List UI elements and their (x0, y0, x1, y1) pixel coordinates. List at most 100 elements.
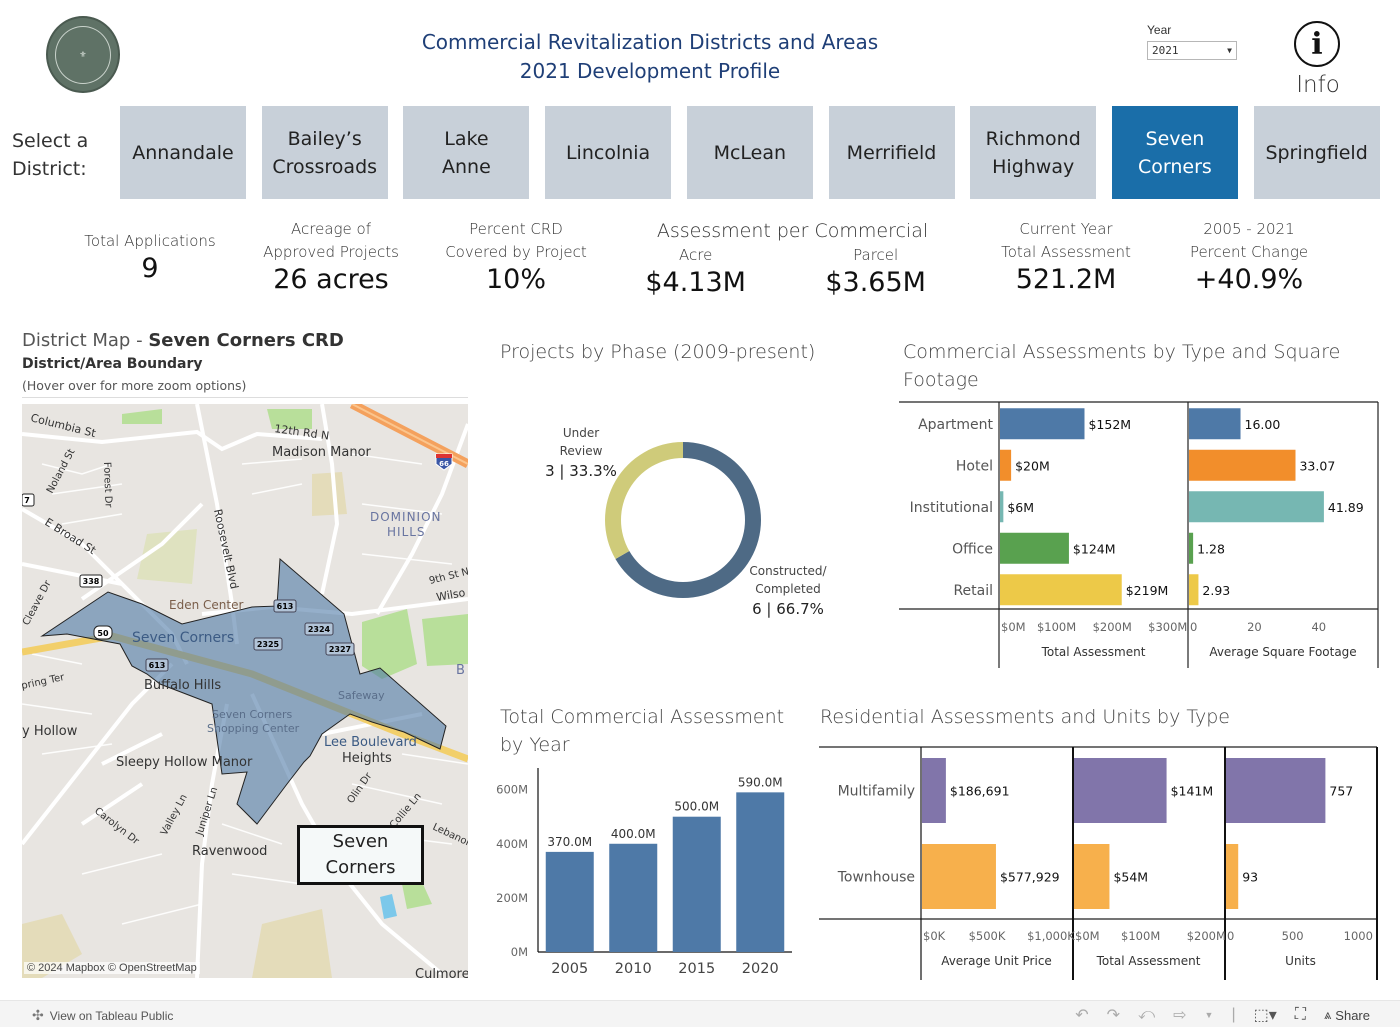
bar-value-label: 500.0M (674, 800, 719, 814)
page-title-line2: 2021 Development Profile (519, 59, 781, 83)
x-tick-label: 0 (1190, 620, 1197, 634)
bar-value-label: 1.28 (1197, 541, 1225, 556)
x-tick-label: 500 (1282, 929, 1304, 943)
street-label: pring Ter (22, 672, 66, 692)
year-bar-2010[interactable] (609, 843, 658, 952)
info-label[interactable]: Info (1294, 72, 1342, 98)
bar-0-0[interactable] (922, 758, 946, 823)
kpi-label: Acreage of Approved Projects (263, 220, 399, 261)
residential-assessments-chart[interactable]: Multifamily Townhouse $186,691 $577,929 $0K $… (815, 745, 1390, 980)
kpi-value: 521.2M (1015, 264, 1117, 295)
redo-icon[interactable]: ↷ (1107, 1005, 1120, 1025)
category-label: Institutional (910, 500, 993, 516)
x-tick-label: $100M (1037, 620, 1076, 634)
projects-by-phase-title: Projects by Phase (2009-present) (500, 341, 816, 363)
total-commercial-by-year-title: Total Commercial Assessment by Year (500, 706, 785, 756)
map-park (402, 882, 432, 909)
kpi-label: Parcel (853, 246, 899, 264)
view-on-tableau-link[interactable]: ✣ View on Tableau Public (32, 1007, 173, 1024)
x-tick-label: 2010 (615, 961, 652, 977)
bar-value-label: $186,691 (950, 784, 1010, 799)
place-label: Buffalo Hills (144, 678, 221, 693)
district-button-annandale[interactable]: Annandale (120, 106, 246, 199)
kpi-percent-change: 2005 - 2021 Percent Change +40.9% (1168, 218, 1330, 295)
share-button[interactable]: ⩓ Share (1324, 1007, 1370, 1023)
donut-label-constructed-1: Constructed/ (749, 564, 827, 578)
bar-1-0[interactable] (1189, 408, 1241, 440)
street-label: Cleave Dr (22, 578, 54, 627)
x-tick-label: $300M (1148, 620, 1187, 634)
axis-title: Average Square Footage (1209, 645, 1356, 659)
pause-dropdown-icon[interactable]: ▼ (1205, 1010, 1214, 1020)
info-icon[interactable]: i (1294, 21, 1340, 67)
category-label: Hotel (956, 458, 993, 474)
place-label: Seven Corners (132, 630, 234, 646)
map-subtitle: District/Area Boundary (22, 356, 203, 372)
bar-value-label: $20M (1015, 458, 1050, 473)
district-button-mclean[interactable]: McLean (686, 106, 813, 199)
year-bar-2005[interactable] (545, 851, 594, 952)
bar-0-3[interactable] (1000, 532, 1069, 564)
place-label: DOMINION (370, 510, 442, 524)
revert-icon[interactable]: ⤺ (1138, 1006, 1155, 1024)
category-label: Retail (953, 583, 993, 599)
total-commercial-by-year-chart[interactable]: 0M 200M 400M 600M 370.0M 2005 400.0M 2010 500.0M… (490, 760, 800, 985)
bar-0-4[interactable] (1000, 574, 1122, 606)
district-button-merrifield[interactable]: Merrifield (828, 106, 955, 199)
commercial-assessments-title: Commercial Assessments by Type and Squar… (903, 341, 1341, 391)
category-label: Office (952, 541, 993, 557)
x-tick-label: 0 (1227, 929, 1234, 943)
map-title-prefix: District Map - (22, 330, 149, 351)
fullscreen-icon[interactable]: ⛶ (1295, 1006, 1306, 1024)
bar-1-4[interactable] (1189, 574, 1199, 606)
x-tick-label: $0M (1075, 929, 1100, 943)
commercial-assessments-chart[interactable]: Apartment Hotel Institutional Office Retail $… (895, 400, 1385, 670)
donut-slice-1[interactable] (605, 442, 683, 559)
bar-0-1[interactable] (922, 844, 996, 909)
refresh-icon[interactable]: ⇨ (1173, 1005, 1186, 1025)
bar-0-0[interactable] (1000, 408, 1085, 440)
kpi-label: Assessment per Commercial (656, 220, 929, 242)
district-button-lincolnia[interactable]: Lincolnia (545, 106, 672, 199)
axis-title: Total Assessment (1041, 645, 1146, 659)
bar-1-1[interactable] (1074, 844, 1110, 909)
projects-by-phase-donut[interactable]: Under Review 3 | 33.3% Constructed/ Comp… (490, 380, 890, 640)
bar-1-1[interactable] (1189, 449, 1296, 481)
year-bar-2015[interactable] (672, 816, 721, 952)
bar-value-label: 41.89 (1328, 500, 1364, 515)
map-water (380, 894, 397, 919)
bar-2-0[interactable] (1226, 758, 1326, 823)
year-bar-2020[interactable] (736, 792, 785, 952)
poi-label: Safeway (338, 689, 385, 702)
tableau-logo-icon: ✣ (32, 1007, 44, 1023)
x-tick-label: $500K (969, 929, 1006, 943)
bar-value-label: 370.0M (547, 835, 592, 849)
district-button-lake-anne[interactable]: Lake Anne (403, 106, 530, 199)
district-button-bailey-s-crossroads[interactable]: Bailey’s Crossroads (261, 106, 388, 199)
undo-icon[interactable]: ↶ (1075, 1005, 1088, 1025)
map-title: District Map - Seven Corners CRD (22, 330, 344, 351)
axis-title: Average Unit Price (941, 954, 1052, 968)
district-map[interactable]: 7 338 50 613 613 2324 2325 2327 66 Colum… (22, 404, 468, 978)
download-icon[interactable]: ⬚▾ (1254, 1005, 1277, 1025)
bar-0-1[interactable] (1000, 449, 1012, 481)
route-shield: 2327 (329, 645, 351, 654)
map-attribution[interactable]: © 2024 Mapbox © OpenStreetMap (24, 962, 200, 974)
bar-1-2[interactable] (1189, 491, 1324, 523)
route-shield: 7 (24, 496, 30, 505)
tableau-toolbar: ✣ View on Tableau Public ↶ ↷ ⤺ ⇨ ▼ | ⬚▾ … (0, 1000, 1400, 1027)
bar-1-3[interactable] (1189, 532, 1194, 564)
district-button-richmond-highway[interactable]: Richmond Highway (970, 106, 1097, 199)
kpi-value: $3.65M (825, 267, 926, 298)
bar-1-0[interactable] (1074, 758, 1167, 823)
bar-0-2[interactable] (1000, 491, 1004, 523)
poi-label: Shopping Center (207, 722, 300, 735)
bar-value-label: $152M (1088, 417, 1131, 432)
bar-2-1[interactable] (1226, 844, 1239, 909)
map-canvas[interactable]: 7 338 50 613 613 2324 2325 2327 66 Colum… (22, 404, 468, 978)
district-button-springfield[interactable]: Springfield (1253, 106, 1380, 199)
street-label: 12th Rd N (274, 422, 330, 443)
district-button-seven-corners[interactable]: Seven Corners (1111, 106, 1238, 199)
year-filter-dropdown[interactable]: 2021 ▼ (1147, 41, 1237, 60)
place-label: HILLS (387, 525, 426, 539)
